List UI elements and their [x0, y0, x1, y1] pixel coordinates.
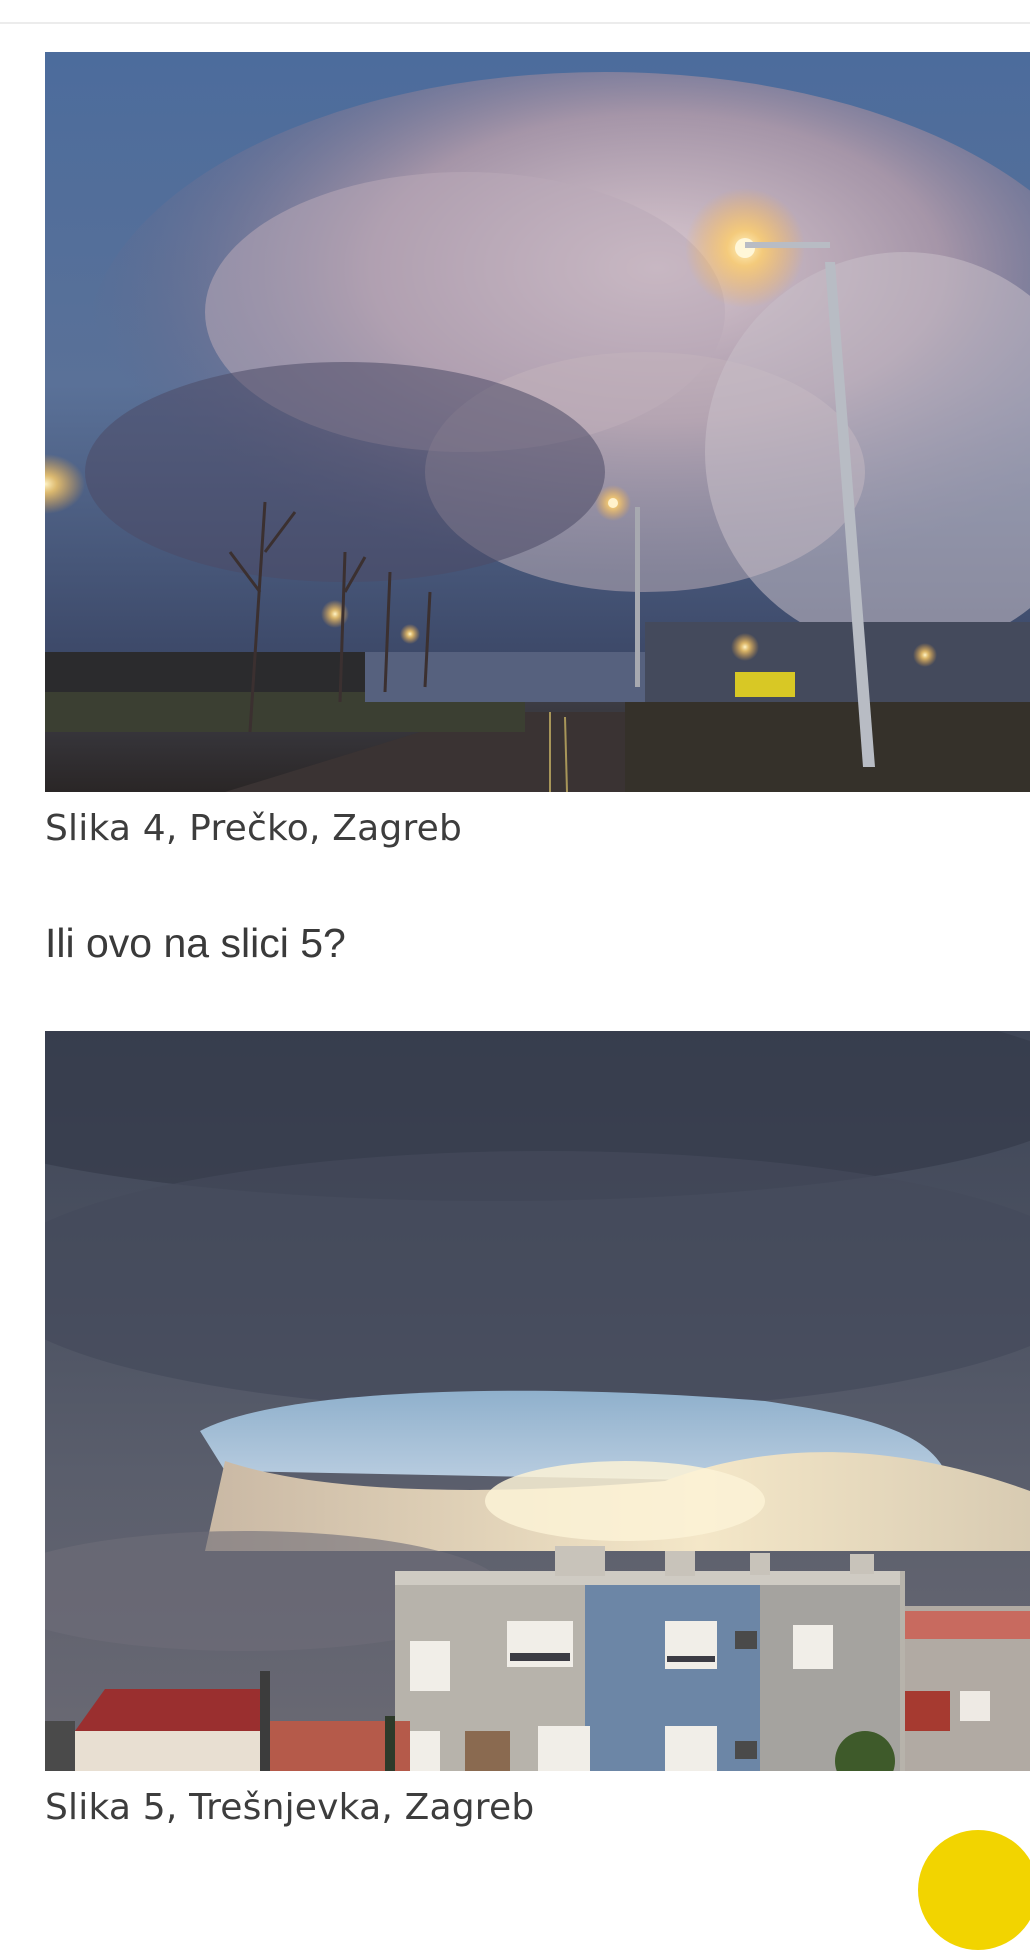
- clouds-over-buildings-photo: [45, 1031, 1030, 1771]
- figure-caption: Slika 4, Prečko, Zagreb: [45, 808, 463, 849]
- storm-clouds-photo: [45, 52, 1030, 792]
- floating-action-button[interactable]: [918, 1830, 1030, 1950]
- top-bar: [0, 0, 1030, 24]
- body-paragraph: Ili ovo na slici 5?: [45, 920, 346, 966]
- figure-caption: Slika 5, Trešnjevka, Zagreb: [45, 1787, 535, 1828]
